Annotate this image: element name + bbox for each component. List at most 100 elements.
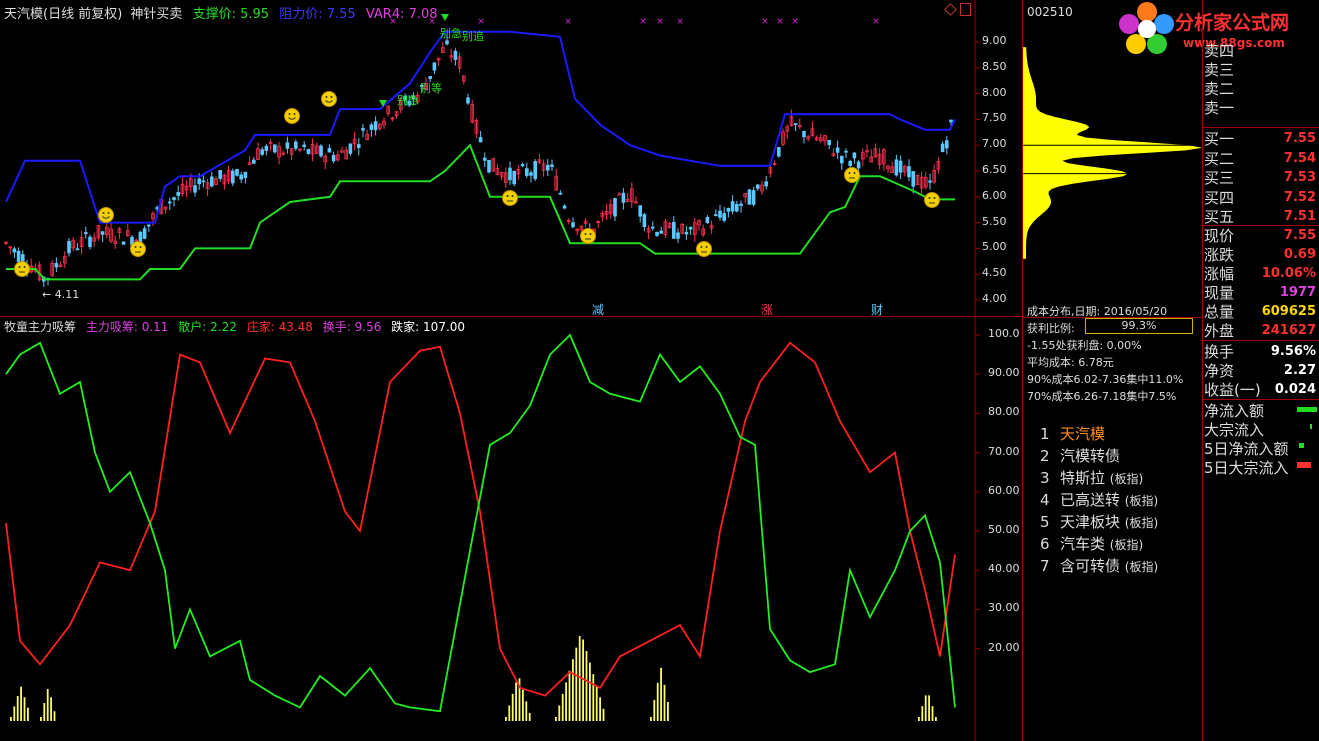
price-tick-label: 7.50 bbox=[982, 111, 1007, 125]
order-row-buy-label: 买一 bbox=[1204, 130, 1235, 148]
money-flow-row-label: 大宗流入 bbox=[1204, 421, 1265, 439]
candle-body bbox=[659, 230, 663, 234]
candle-body bbox=[512, 170, 516, 185]
quote-stat-row-value: 7.55 bbox=[1283, 228, 1316, 243]
accumulation-bar bbox=[50, 697, 52, 721]
candle-body bbox=[722, 213, 726, 221]
candle-body bbox=[121, 241, 126, 245]
candle-body bbox=[251, 159, 256, 164]
sector-item[interactable]: 4 已高送转 (板指) bbox=[1040, 489, 1200, 511]
retail-line bbox=[5, 333, 956, 713]
candle-body bbox=[777, 147, 781, 157]
accumulation-bar bbox=[935, 717, 937, 721]
candle-body bbox=[453, 50, 458, 60]
sub-tick-label: 40.00 bbox=[988, 562, 1020, 576]
accumulation-bar bbox=[595, 685, 598, 721]
candle-body bbox=[688, 226, 693, 230]
signal-marker: × bbox=[477, 17, 485, 27]
candle-body bbox=[520, 164, 525, 167]
accumulation-bar bbox=[931, 706, 934, 721]
order-row-buy-value: 7.52 bbox=[1283, 189, 1316, 205]
order-row-sell[interactable]: 卖二 bbox=[1204, 78, 1316, 98]
sad-face-icon bbox=[844, 167, 860, 183]
chip-distribution-area bbox=[1023, 47, 1203, 259]
sub-tick-label: 30.00 bbox=[988, 601, 1020, 615]
candle-body bbox=[840, 155, 844, 164]
sector-item[interactable]: 6 汽车类 (板指) bbox=[1040, 533, 1200, 555]
quote-stat-row[interactable]: 净资 2.27 bbox=[1204, 361, 1316, 380]
sub-tick-label: 100.0 bbox=[988, 327, 1020, 340]
sector-item[interactable]: 1 天汽模 bbox=[1040, 423, 1200, 445]
annotation-text: 别追 bbox=[462, 30, 484, 43]
sub-indicator-chart[interactable] bbox=[0, 317, 1023, 741]
candle-body bbox=[747, 189, 752, 205]
money-flow-row[interactable]: 大宗流入 bbox=[1204, 420, 1316, 439]
candle-body bbox=[726, 207, 731, 212]
money-flow-row[interactable]: 5日净流入额 bbox=[1204, 439, 1316, 458]
quote-stat-row[interactable]: 收益(一) 0.024 bbox=[1204, 380, 1316, 399]
candle-body bbox=[613, 198, 617, 217]
order-row-buy[interactable]: 买三 7.53 bbox=[1204, 168, 1316, 187]
accumulation-bar bbox=[46, 688, 49, 721]
signal-marker: × bbox=[776, 17, 784, 27]
flow-bar bbox=[1297, 407, 1317, 412]
candle-body bbox=[302, 144, 306, 147]
price-tick-label: 5.50 bbox=[982, 214, 1007, 228]
candle-body bbox=[373, 121, 378, 131]
order-row-buy[interactable]: 买一 7.55 bbox=[1204, 129, 1316, 148]
order-row-buy-label: 买五 bbox=[1204, 208, 1235, 226]
candle-body bbox=[856, 161, 861, 169]
accumulation-bar bbox=[53, 711, 56, 721]
accumulation-bar bbox=[13, 706, 16, 721]
quote-stat-row-value: 0.69 bbox=[1283, 247, 1316, 262]
quote-stat-row-label: 涨跌 bbox=[1204, 246, 1235, 264]
candle-body bbox=[239, 174, 244, 180]
smiley-icon bbox=[98, 207, 114, 223]
order-row-buy-value: 7.54 bbox=[1283, 150, 1316, 166]
order-row-sell[interactable]: 卖四 bbox=[1204, 40, 1316, 60]
order-row-buy-label: 买四 bbox=[1204, 188, 1235, 207]
chip-distribution-chart[interactable] bbox=[1023, 0, 1203, 317]
quote-stat-row[interactable]: 换手 9.56% bbox=[1204, 342, 1316, 361]
candle-body bbox=[949, 119, 953, 123]
candle-body bbox=[201, 180, 206, 183]
sector-item[interactable]: 3 特斯拉 (板指) bbox=[1040, 467, 1200, 489]
candle-body bbox=[655, 232, 659, 236]
candle-body bbox=[12, 248, 17, 253]
cost-line: 70%成本6.26-7.18集中7.5% bbox=[1027, 390, 1177, 403]
money-flow-row-label: 5日净流入额 bbox=[1204, 440, 1289, 458]
order-row-sell[interactable]: 卖三 bbox=[1204, 59, 1316, 79]
candle-body bbox=[243, 171, 248, 179]
accumulation-bar bbox=[561, 693, 564, 721]
order-row-buy[interactable]: 买五 7.51 bbox=[1204, 207, 1316, 226]
quote-stat-row[interactable]: 外盘 241627 bbox=[1204, 321, 1316, 340]
order-row-buy[interactable]: 买二 7.54 bbox=[1204, 149, 1316, 168]
quote-stat-row[interactable]: 涨跌 0.69 bbox=[1204, 245, 1316, 264]
accumulation-bar bbox=[650, 717, 652, 721]
sector-item[interactable]: 5 天津板块 (板指) bbox=[1040, 511, 1200, 533]
flow-bar bbox=[1297, 462, 1311, 468]
candle-body bbox=[651, 226, 655, 229]
flow-bar bbox=[1299, 443, 1304, 448]
signal-marker: × bbox=[761, 17, 769, 27]
quote-stat-row[interactable]: 现量 1977 bbox=[1204, 283, 1316, 302]
order-row-buy[interactable]: 买四 7.52 bbox=[1204, 188, 1316, 207]
quote-stat-row-label: 总量 bbox=[1204, 303, 1235, 321]
candle-body bbox=[735, 203, 739, 212]
profit-ratio-value: 99.3% bbox=[1121, 319, 1157, 332]
candle-body bbox=[848, 160, 852, 166]
candle-body bbox=[827, 139, 831, 145]
accumulation-bar bbox=[505, 717, 507, 721]
order-row-sell[interactable]: 卖一 bbox=[1204, 97, 1316, 117]
price-tick-label: 8.00 bbox=[982, 85, 1007, 99]
quote-stat-row[interactable]: 总量 609625 bbox=[1204, 302, 1316, 321]
candle-body bbox=[264, 145, 269, 151]
candle-body bbox=[676, 232, 680, 239]
candle-body bbox=[621, 192, 626, 203]
sector-item[interactable]: 7 含可转债 (板指) bbox=[1040, 555, 1200, 577]
candle-body bbox=[16, 250, 21, 263]
sector-item[interactable]: 2 汽模转债 bbox=[1040, 445, 1200, 467]
candlestick-chart[interactable]: × × × × × × × × × × × bbox=[0, 0, 1023, 317]
quote-stat-row[interactable]: 涨幅 10.06% bbox=[1204, 264, 1316, 283]
quote-stat-row[interactable]: 现价 7.55 bbox=[1204, 226, 1316, 245]
